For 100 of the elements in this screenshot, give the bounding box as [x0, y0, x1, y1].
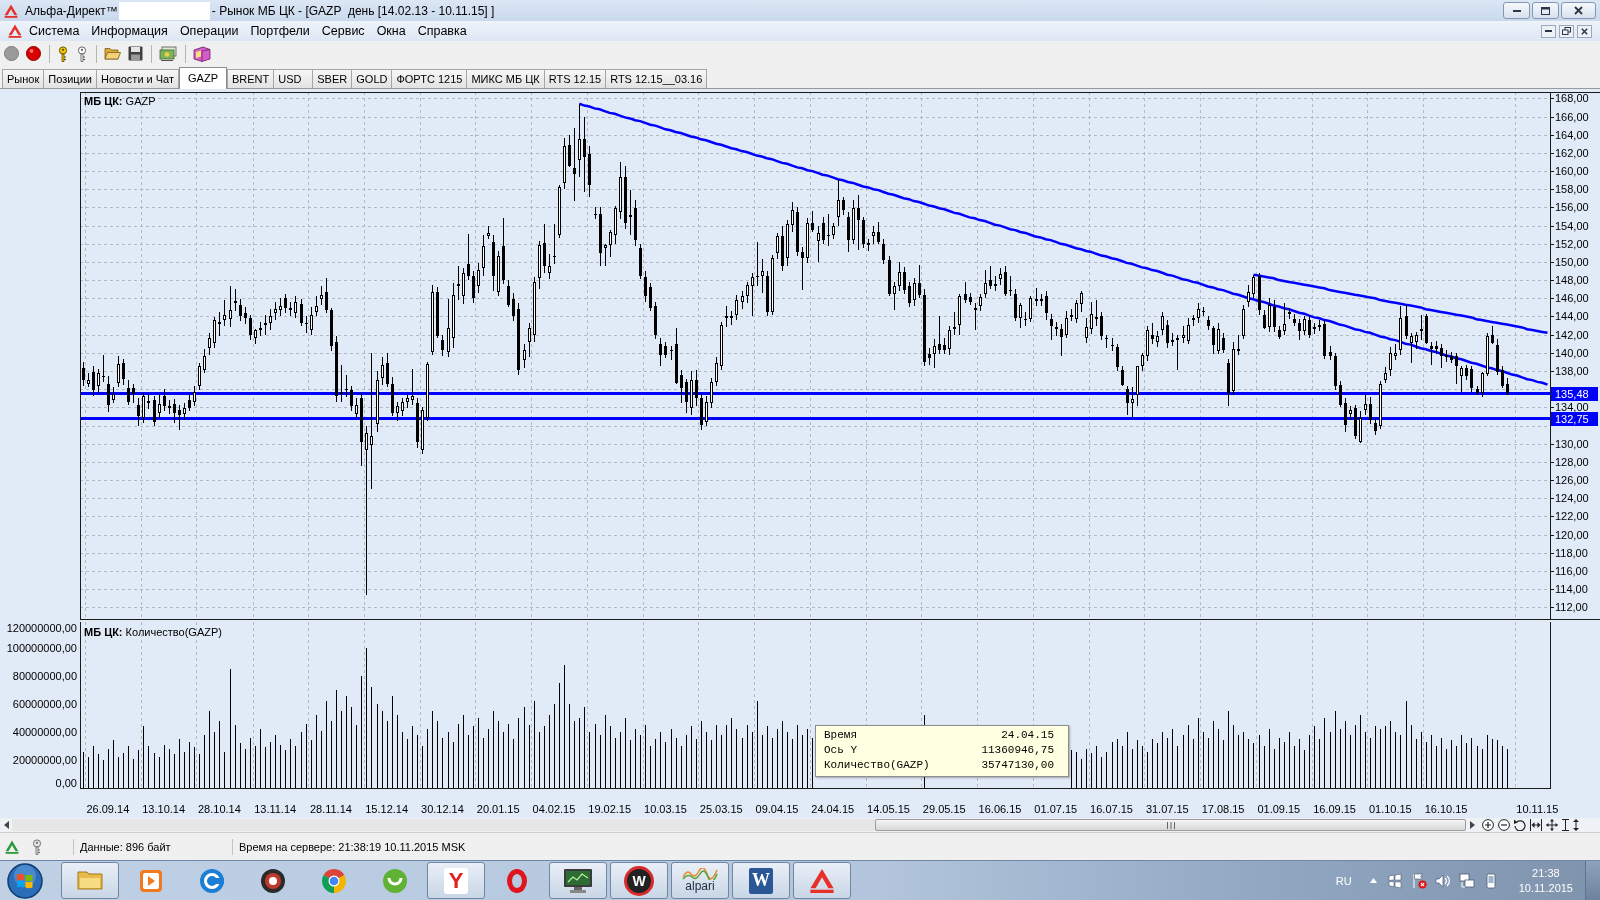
tab[interactable]: МИКС МБ ЦК	[466, 69, 545, 88]
candle	[786, 220, 789, 266]
folder-icon[interactable]	[104, 46, 121, 61]
save-icon[interactable]	[128, 46, 143, 61]
taskbar-button[interactable]: Y	[427, 862, 485, 899]
tab[interactable]: Новости и Чат	[95, 69, 180, 88]
record-icon[interactable]	[26, 46, 41, 61]
minimize-button[interactable]	[1503, 2, 1530, 19]
tooltip-value: 24.04.15	[1001, 728, 1054, 743]
minimize-button[interactable]	[1541, 24, 1556, 38]
scroll-right-icon[interactable]	[1470, 821, 1475, 829]
tab[interactable]: BRENT	[227, 69, 275, 88]
taskbar-button[interactable]	[549, 862, 607, 899]
candle	[1298, 319, 1301, 341]
text-cursor-icon[interactable]	[1562, 819, 1569, 831]
candle	[893, 281, 896, 311]
flag-icon[interactable]	[1386, 872, 1403, 889]
axis-label: 130,00	[1555, 437, 1589, 450]
axis-label: 168,00	[1555, 92, 1589, 105]
monitor-icon	[564, 868, 592, 893]
taskbar-button[interactable]: W	[732, 862, 790, 899]
candle	[87, 372, 90, 388]
candle	[969, 292, 972, 305]
menu-item[interactable]: Операции	[173, 21, 245, 41]
candle	[746, 281, 749, 303]
axis-label: 17.08.15	[1201, 803, 1245, 815]
wheel-icon	[322, 868, 346, 893]
candle	[1374, 418, 1377, 435]
candle	[208, 332, 211, 355]
menu-item[interactable]: Информация	[85, 21, 174, 41]
maximize-button[interactable]	[1532, 2, 1559, 19]
tab[interactable]: RTS 12.15__03.16	[605, 69, 708, 88]
candle	[452, 282, 455, 349]
menu-item[interactable]: Система	[23, 21, 86, 41]
menu-item[interactable]: Окна	[370, 21, 412, 41]
candle	[1024, 311, 1027, 326]
candle	[289, 301, 292, 317]
candle	[507, 280, 510, 308]
banknote-icon[interactable]	[159, 45, 177, 62]
restore-button[interactable]	[1559, 24, 1574, 38]
speaker-icon[interactable]	[1434, 872, 1451, 889]
close-button[interactable]	[1561, 2, 1596, 19]
candle	[1364, 393, 1367, 415]
chart-title: МБ ЦК: Количество(GAZP)	[84, 626, 222, 639]
candle	[751, 272, 754, 317]
book-icon[interactable]	[193, 45, 211, 62]
zoom-in-icon[interactable]	[1482, 819, 1494, 831]
candle	[223, 300, 226, 326]
axis-label: 116,00	[1555, 564, 1588, 577]
fit-width-icon[interactable]	[1530, 819, 1542, 831]
circular-arrow-icon[interactable]	[1514, 819, 1526, 831]
candle	[867, 239, 870, 252]
tab[interactable]: GOLD	[351, 69, 393, 88]
candle	[1323, 320, 1326, 360]
scrollbar[interactable]	[12, 819, 1466, 831]
candle	[862, 216, 865, 249]
key-icon[interactable]	[57, 45, 69, 62]
axis-label: 09.04.15	[755, 803, 799, 815]
candle	[310, 307, 313, 335]
taskbar-button[interactable]: alpari	[671, 862, 729, 899]
network-icon[interactable]	[1458, 872, 1475, 889]
close-button[interactable]	[1577, 24, 1592, 38]
tab[interactable]: RTS 12.15	[543, 69, 607, 88]
tab[interactable]: Рынок	[2, 69, 45, 88]
candle	[1060, 323, 1063, 357]
candle	[1202, 307, 1205, 316]
candle	[1313, 322, 1316, 334]
tab[interactable]: ФОРТС 1215	[391, 69, 468, 88]
candle	[497, 251, 500, 296]
tab[interactable]: SBER	[312, 69, 353, 88]
candle	[685, 379, 688, 413]
candle	[1207, 316, 1210, 331]
flag-alert-icon[interactable]	[1410, 872, 1427, 889]
scroll-left-icon[interactable]	[4, 821, 9, 829]
tooltip-value: 35747130,00	[981, 758, 1054, 773]
menu-item[interactable]: Портфели	[244, 21, 316, 41]
scroll-thumb[interactable]	[875, 819, 1466, 831]
key-icon[interactable]	[76, 45, 88, 62]
candle	[938, 316, 941, 354]
candle	[320, 286, 323, 305]
move-icon[interactable]	[1546, 819, 1558, 831]
candle	[147, 393, 150, 410]
zoom-out-icon[interactable]	[1498, 819, 1510, 831]
axis-label: 13.11.14	[254, 803, 297, 815]
candle	[335, 336, 338, 402]
tab[interactable]: Позиции	[43, 69, 97, 88]
tab[interactable]: GAZP	[179, 67, 227, 89]
tab[interactable]: USD	[273, 69, 314, 88]
vertical-arrows-icon[interactable]	[1573, 819, 1579, 831]
caret-icon[interactable]	[1369, 878, 1377, 883]
axis-label: 16.09.15	[1313, 803, 1356, 815]
axis-label: 120,00	[1555, 528, 1589, 541]
menu-item[interactable]: Справка	[411, 21, 473, 41]
candle	[989, 266, 992, 290]
candle	[1263, 310, 1266, 330]
candle	[1399, 306, 1402, 355]
taskbar-button[interactable]: W	[610, 862, 668, 899]
menu-item[interactable]: Сервис	[315, 21, 371, 41]
circle-icon[interactable]	[4, 46, 19, 61]
candle	[122, 359, 125, 385]
